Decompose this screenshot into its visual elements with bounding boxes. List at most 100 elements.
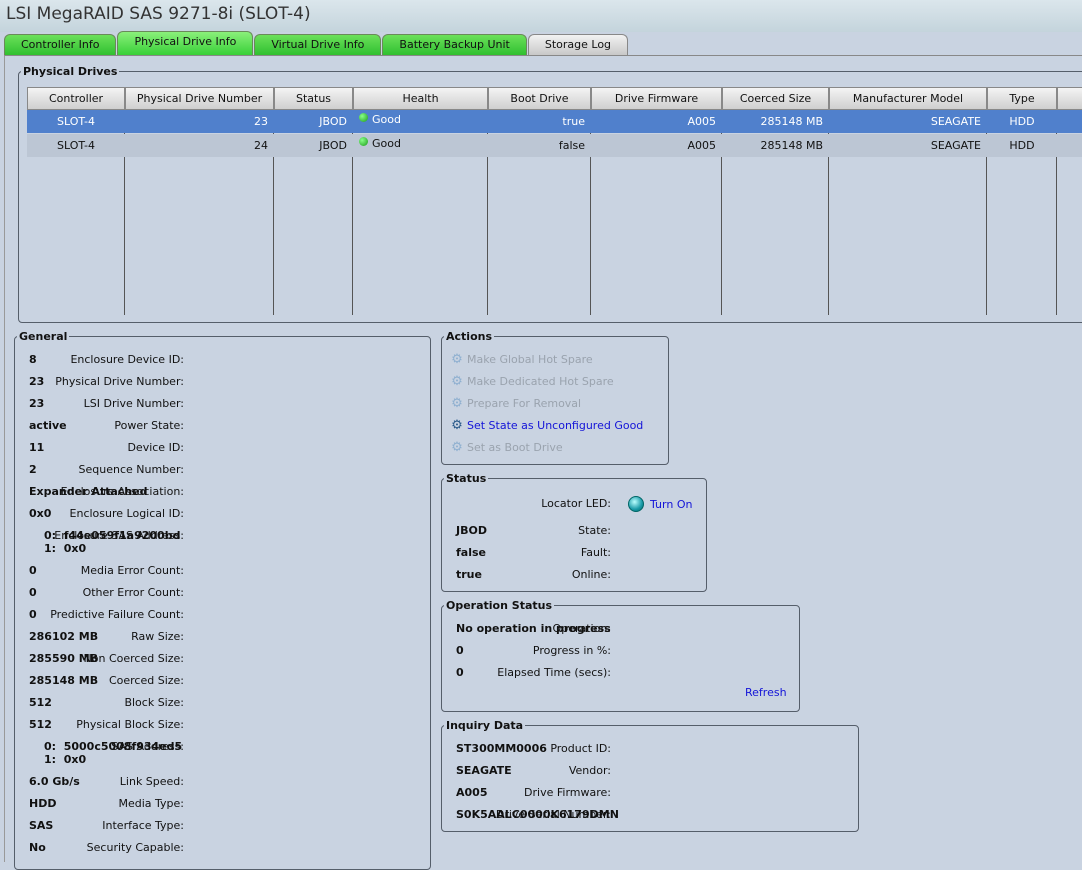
cell-value: SEAGATE (930, 139, 981, 152)
field-label: Online: (571, 568, 611, 581)
action-make-dedicated-hot-spare[interactable]: ⚙ Make Dedicated Hot Spare (450, 373, 614, 391)
action-label: Make Global Hot Spare (467, 353, 593, 366)
column-header[interactable]: Controller (27, 87, 125, 110)
field-label: State: (578, 524, 611, 537)
field-value: 0 (29, 608, 37, 621)
column-header[interactable]: Coerced Size (722, 87, 829, 110)
column-header[interactable]: Boot Drive (488, 87, 591, 110)
field-value: 23 (29, 375, 45, 388)
action-label: Set as Boot Drive (467, 441, 563, 454)
field-label: Device ID: (127, 441, 184, 454)
field-value: 285590 MB (29, 652, 99, 665)
table-cell: JBOD (274, 134, 353, 157)
field-label: Other Error Count: (82, 586, 184, 599)
column-header[interactable]: Health (353, 87, 488, 110)
field-row: Enclosure Device ID: 8 (14, 351, 184, 369)
table-cell: 23 (125, 110, 274, 133)
field-label: Interface Type: (102, 819, 184, 832)
field-value: No (29, 841, 46, 854)
field-value: 23 (29, 397, 45, 410)
field-value: 0x0 (29, 507, 52, 520)
table-cell: A005 (591, 110, 722, 133)
table-row[interactable]: SLOT-4 24 JBOD Good false A005 285148 MB SEAGAT… (27, 134, 1082, 157)
field-value: HDD (29, 797, 57, 810)
field-value: 0 (456, 644, 464, 657)
field-label: Drive Firmware: (524, 786, 611, 799)
action-prepare-for-removal[interactable]: ⚙ Prepare For Removal (450, 395, 581, 413)
field-value: JBOD (456, 524, 487, 537)
field-value: 11 (29, 441, 45, 454)
field-label: Raw Size: (131, 630, 184, 643)
field-value: 1: 0x0 (44, 542, 87, 555)
field-value: 1: 0x0 (44, 753, 87, 766)
turn-on-locator-button[interactable]: Turn On (628, 496, 692, 514)
table-cell: 285148 MB (722, 110, 829, 133)
cell-value: JBOD (319, 139, 347, 152)
field-value: true (456, 568, 482, 581)
action-set-as-boot-drive[interactable]: ⚙ Set as Boot Drive (450, 439, 563, 457)
field-value: 0 (456, 666, 464, 679)
field-value: SAS (29, 819, 54, 832)
action-make-global-hot-spare[interactable]: ⚙ Make Global Hot Spare (450, 351, 593, 369)
cell-value: JBOD (319, 115, 347, 128)
action-label: Prepare For Removal (467, 397, 582, 410)
group-title: Inquiry Data (446, 719, 524, 732)
cell-value: 24 (254, 139, 268, 152)
tab-virtual-drive-info[interactable]: Virtual Drive Info (254, 34, 382, 55)
physical-drives-table: Controller Physical Drive Number Status Hea… (27, 87, 1082, 315)
tab-physical-drive-info[interactable]: Physical Drive Info (117, 31, 254, 55)
field-label: Fault: (580, 546, 611, 559)
cell-value: Good (372, 113, 401, 126)
field-row: Progress in %: 0 (441, 642, 611, 660)
field-row: Sequence Number: 2 (14, 461, 184, 479)
column-header[interactable]: Drive Firmware (591, 87, 722, 110)
health-good-icon (359, 113, 368, 122)
action-label: Make Dedicated Hot Spare (467, 375, 614, 388)
window-title: LSI MegaRAID SAS 9271-8i (SLOT-4) (6, 4, 311, 24)
field-row: Power State: active (14, 417, 184, 435)
field-value: ST300MM0006 (456, 742, 547, 755)
tab-storage-log[interactable]: Storage Log (527, 34, 629, 55)
table-cell: 24 (125, 134, 274, 157)
table-cell: SLOT-4 (27, 134, 125, 157)
health-good-icon (359, 137, 368, 146)
table-cell: A005 (591, 134, 722, 157)
field-row: State: JBOD (441, 522, 611, 540)
cell-value: HDD (1009, 115, 1035, 128)
group-title: Actions (446, 330, 492, 343)
column-header[interactable]: Manufacturer Model (829, 87, 987, 110)
field-row: Device ID: 11 (14, 439, 184, 457)
tab-battery-backup-unit[interactable]: Battery Backup Unit (382, 34, 527, 55)
field-label: Sequence Number: (78, 463, 184, 476)
field-row: Link Speed: 6.0 Gb/s (14, 773, 184, 791)
field-value: Expander Attached (29, 485, 148, 498)
column-header[interactable]: Physical Drive Number (125, 87, 274, 110)
field-label: Security Capable: (86, 841, 184, 854)
field-row: Product ID: ST300MM0006 (441, 740, 611, 758)
field-value: 0 (29, 586, 37, 599)
table-cell: SLOT-4 (27, 110, 125, 133)
field-row: Coerced Size: 285148 MB (14, 672, 184, 690)
field-label: Product ID: (550, 742, 611, 755)
turn-on-link[interactable]: Turn On (650, 498, 692, 511)
tab-controller-info[interactable]: Controller Info (4, 34, 117, 55)
column-header[interactable]: Type (987, 87, 1057, 110)
table-cell: Good (353, 110, 488, 133)
field-label: Non Coerced Size: (83, 652, 184, 665)
table-cell: SEAGATE (829, 134, 987, 157)
field-row: Enclosure SAS Address: 0: f44e059f1a9200b… (14, 527, 184, 555)
field-row: Other Error Count: 0 (14, 584, 184, 602)
action-set-state-as-unconfigured-good[interactable]: ⚙ Set State as Unconfigured Good (450, 417, 643, 435)
field-label: Progress in %: (532, 644, 611, 657)
cell-value: HDD (1009, 139, 1035, 152)
group-title: Physical Drives (23, 65, 118, 78)
group-title: Status (446, 472, 487, 485)
column-header[interactable]: Status (274, 87, 353, 110)
field-value: SEAGATE (456, 764, 512, 777)
field-row: Online: true (441, 566, 611, 584)
column-header[interactable] (1057, 87, 1082, 110)
field-label: Physical Block Size: (76, 718, 184, 731)
gear-icon: ⚙ (451, 396, 463, 411)
refresh-link[interactable]: Refresh (745, 686, 787, 699)
table-row[interactable]: SLOT-4 23 JBOD Good true A005 285148 MB SEAGATE… (27, 110, 1082, 133)
